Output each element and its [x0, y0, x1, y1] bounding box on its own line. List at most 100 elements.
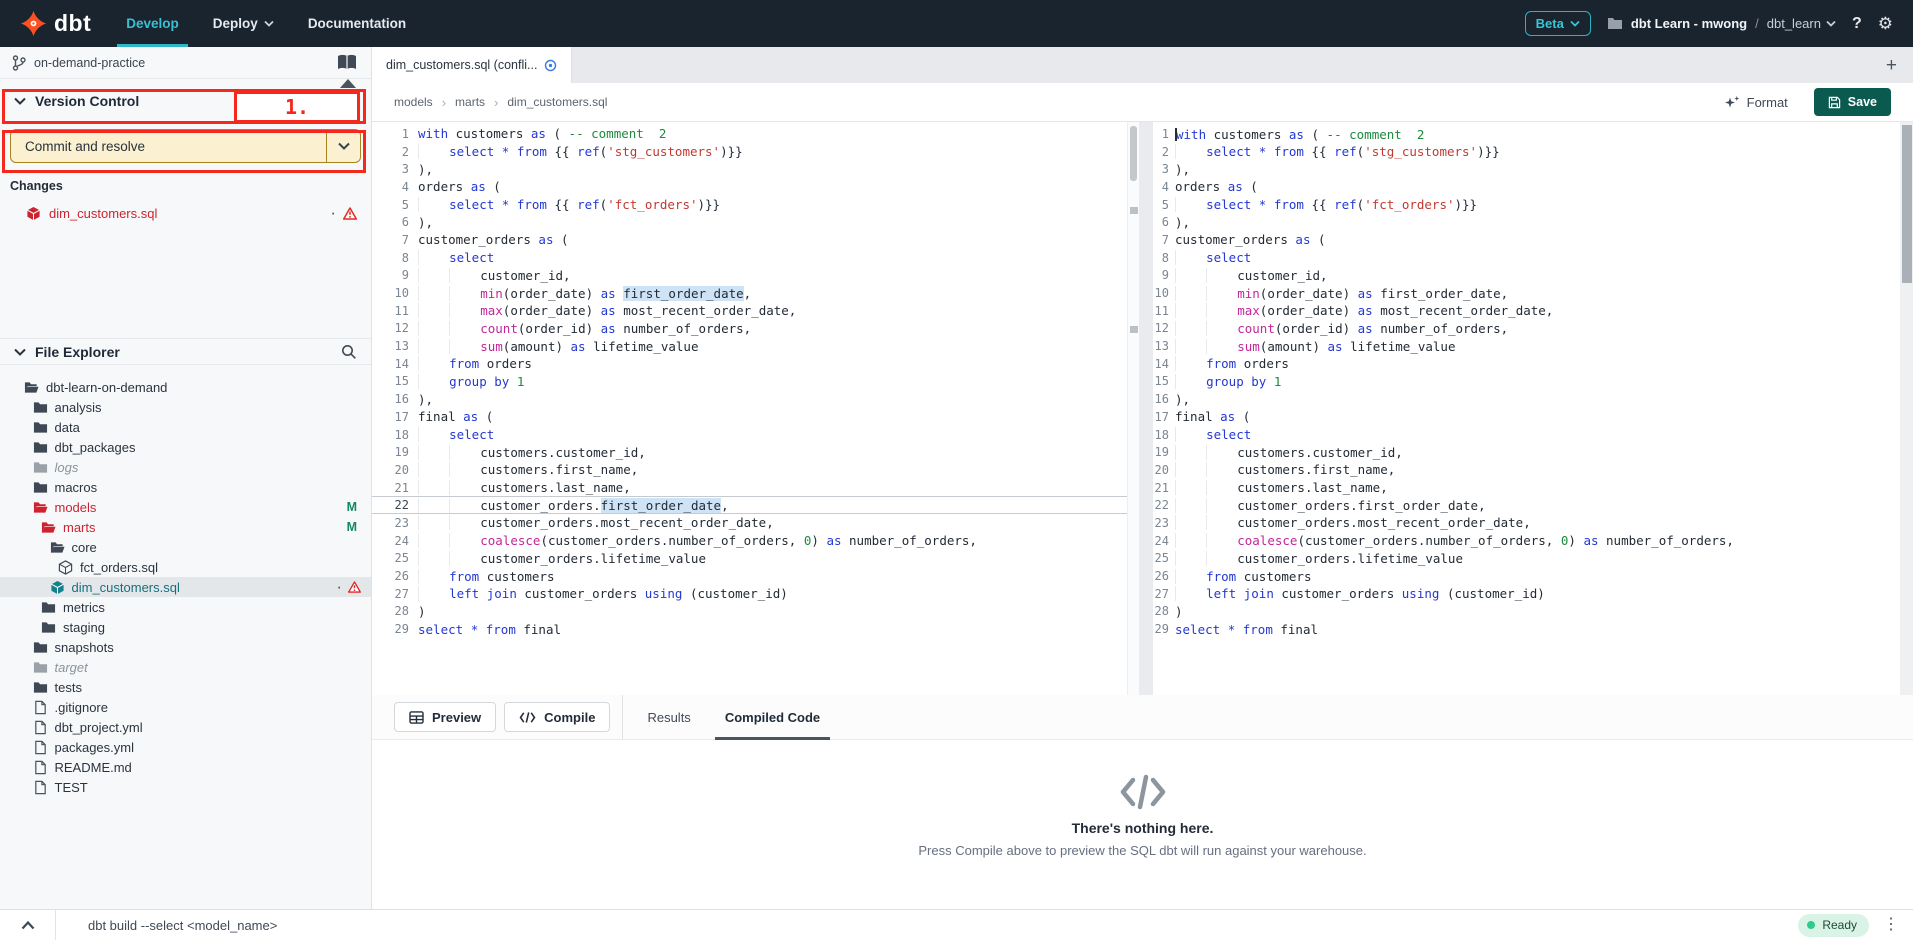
- collapse-chevron-icon[interactable]: [0, 910, 56, 940]
- code-line[interactable]: 1with customers as ( -- comment 2: [1153, 125, 1900, 143]
- file-tree-item-readme-md[interactable]: README.md: [0, 757, 371, 777]
- preview-button[interactable]: Preview: [394, 702, 496, 732]
- code-line[interactable]: 19 customers.customer_id,: [1153, 443, 1900, 461]
- code-line[interactable]: 2 select * from {{ ref('stg_customers')}…: [372, 143, 1127, 161]
- code-line[interactable]: 29select * from final: [1153, 620, 1900, 638]
- version-control-header[interactable]: Version Control: [0, 79, 371, 123]
- file-tree-item-dbt-packages[interactable]: dbt_packages: [0, 437, 371, 457]
- commit-dropdown-toggle[interactable]: [326, 130, 360, 162]
- code-line[interactable]: 11 max(order_date) as most_recent_order_…: [372, 302, 1127, 320]
- code-line[interactable]: 11 max(order_date) as most_recent_order_…: [1153, 302, 1900, 320]
- code-line[interactable]: 25 customer_orders.lifetime_value: [1153, 550, 1900, 568]
- code-line[interactable]: 14 from orders: [1153, 355, 1900, 373]
- code-line[interactable]: 21 customers.last_name,: [372, 479, 1127, 497]
- code-line[interactable]: 24 coalesce(customer_orders.number_of_or…: [1153, 532, 1900, 550]
- beta-button[interactable]: Beta: [1525, 11, 1591, 36]
- file-tree-item-fct-orders-sql[interactable]: fct_orders.sql: [0, 557, 371, 577]
- code-line[interactable]: 15 group by 1: [1153, 373, 1900, 391]
- code-line[interactable]: 12 count(order_id) as number_of_orders,: [1153, 320, 1900, 338]
- code-line[interactable]: 22 customer_orders.first_order_date,: [1153, 496, 1900, 514]
- code-line[interactable]: 23 customer_orders.most_recent_order_dat…: [1153, 514, 1900, 532]
- code-line[interactable]: 4orders as (: [1153, 178, 1900, 196]
- file-tree-item-models[interactable]: modelsM: [0, 497, 371, 517]
- code-line[interactable]: 9 customer_id,: [1153, 267, 1900, 285]
- code-line[interactable]: 22 customer_orders.first_order_date,: [372, 496, 1127, 514]
- file-tree-item-marts[interactable]: martsM: [0, 517, 371, 537]
- file-tree-item-dbt-learn-on-demand[interactable]: dbt-learn-on-demand: [0, 377, 371, 397]
- code-line[interactable]: 12 count(order_id) as number_of_orders,: [372, 320, 1127, 338]
- code-line[interactable]: 15 group by 1: [372, 373, 1127, 391]
- code-line[interactable]: 10 min(order_date) as first_order_date,: [372, 284, 1127, 302]
- code-line[interactable]: 16),: [372, 390, 1127, 408]
- file-tree-item-data[interactable]: data: [0, 417, 371, 437]
- nav-item-deploy[interactable]: Deploy: [196, 0, 291, 47]
- code-line[interactable]: 1with customers as ( -- comment 2: [372, 125, 1127, 143]
- code-line[interactable]: 27 left join customer_orders using (cust…: [372, 585, 1127, 603]
- code-line[interactable]: 13 sum(amount) as lifetime_value: [1153, 337, 1900, 355]
- tab-results[interactable]: Results: [637, 695, 700, 740]
- file-tree-item-packages-yml[interactable]: packages.yml: [0, 737, 371, 757]
- file-tree-item-tests[interactable]: tests: [0, 677, 371, 697]
- code-line[interactable]: 27 left join customer_orders using (cust…: [1153, 585, 1900, 603]
- docs-book-icon[interactable]: [337, 54, 357, 71]
- format-button[interactable]: Format: [1725, 95, 1788, 110]
- code-line[interactable]: 28): [1153, 603, 1900, 621]
- file-tree-item-dim-customers-sql[interactable]: dim_customers.sql·: [0, 577, 371, 597]
- code-line[interactable]: 10 min(order_date) as first_order_date,: [1153, 284, 1900, 302]
- tab-dim-customers[interactable]: dim_customers.sql (confli...: [372, 47, 572, 83]
- file-tree-item-target[interactable]: target: [0, 657, 371, 677]
- code-pane-left[interactable]: 1with customers as ( -- comment 22 selec…: [372, 122, 1127, 695]
- code-line[interactable]: 7customer_orders as (: [1153, 231, 1900, 249]
- right-pane-scrollbar[interactable]: [1900, 122, 1913, 695]
- code-line[interactable]: 28): [372, 603, 1127, 621]
- breadcrumb-models[interactable]: models: [394, 95, 433, 109]
- code-line[interactable]: 23 customer_orders.most_recent_order_dat…: [372, 514, 1127, 532]
- code-line[interactable]: 20 customers.first_name,: [372, 461, 1127, 479]
- code-line[interactable]: 14 from orders: [372, 355, 1127, 373]
- code-line[interactable]: 2 select * from {{ ref('stg_customers')}…: [1153, 143, 1900, 161]
- changed-file-row[interactable]: dim_customers.sql ·: [10, 201, 361, 225]
- scrollbar-thumb[interactable]: [1902, 125, 1912, 283]
- code-line[interactable]: 6),: [372, 213, 1127, 231]
- file-tree-item--gitignore[interactable]: .gitignore: [0, 697, 371, 717]
- code-line[interactable]: 18 select: [1153, 426, 1900, 444]
- file-tree-item-dbt-project-yml[interactable]: dbt_project.yml: [0, 717, 371, 737]
- file-tree-item-logs[interactable]: logs: [0, 457, 371, 477]
- code-line[interactable]: 17final as (: [372, 408, 1127, 426]
- left-pane-overview-ruler[interactable]: [1127, 122, 1139, 695]
- breadcrumb-marts[interactable]: marts: [455, 95, 485, 109]
- status-badge[interactable]: Ready: [1798, 914, 1869, 937]
- code-line[interactable]: 18 select: [372, 426, 1127, 444]
- file-explorer-header[interactable]: File Explorer: [0, 338, 371, 365]
- breadcrumb-file[interactable]: dim_customers.sql: [507, 95, 607, 109]
- pane-divider[interactable]: [1139, 122, 1153, 695]
- scrollbar-thumb[interactable]: [1130, 126, 1137, 181]
- kebab-menu-icon[interactable]: ⋮: [1883, 917, 1899, 933]
- code-line[interactable]: 3),: [372, 160, 1127, 178]
- file-tree-item-snapshots[interactable]: snapshots: [0, 637, 371, 657]
- project-switcher[interactable]: dbt Learn - mwong / dbt_learn: [1607, 16, 1836, 31]
- code-line[interactable]: 7customer_orders as (: [372, 231, 1127, 249]
- code-line[interactable]: 6),: [1153, 213, 1900, 231]
- file-tree-item-macros[interactable]: macros: [0, 477, 371, 497]
- code-line[interactable]: 17final as (: [1153, 408, 1900, 426]
- settings-gear-icon[interactable]: ⚙: [1878, 15, 1893, 32]
- commit-and-resolve-button[interactable]: Commit and resolve: [10, 129, 361, 163]
- nav-item-documentation[interactable]: Documentation: [291, 0, 423, 47]
- code-line[interactable]: 20 customers.first_name,: [1153, 461, 1900, 479]
- code-line[interactable]: 3),: [1153, 160, 1900, 178]
- code-line[interactable]: 8 select: [1153, 249, 1900, 267]
- code-line[interactable]: 24 coalesce(customer_orders.number_of_or…: [372, 532, 1127, 550]
- code-line[interactable]: 8 select: [372, 249, 1127, 267]
- help-icon[interactable]: ?: [1852, 15, 1862, 33]
- code-line[interactable]: 13 sum(amount) as lifetime_value: [372, 337, 1127, 355]
- code-line[interactable]: 16),: [1153, 390, 1900, 408]
- save-button[interactable]: Save: [1814, 88, 1891, 116]
- code-line[interactable]: 29select * from final: [372, 620, 1127, 638]
- file-tree-item-core[interactable]: core: [0, 537, 371, 557]
- code-line[interactable]: 5 select * from {{ ref('fct_orders')}}: [372, 196, 1127, 214]
- file-tree-item-staging[interactable]: staging: [0, 617, 371, 637]
- code-line[interactable]: 25 customer_orders.lifetime_value: [372, 550, 1127, 568]
- code-line[interactable]: 26 from customers: [1153, 567, 1900, 585]
- code-line[interactable]: 21 customers.last_name,: [1153, 479, 1900, 497]
